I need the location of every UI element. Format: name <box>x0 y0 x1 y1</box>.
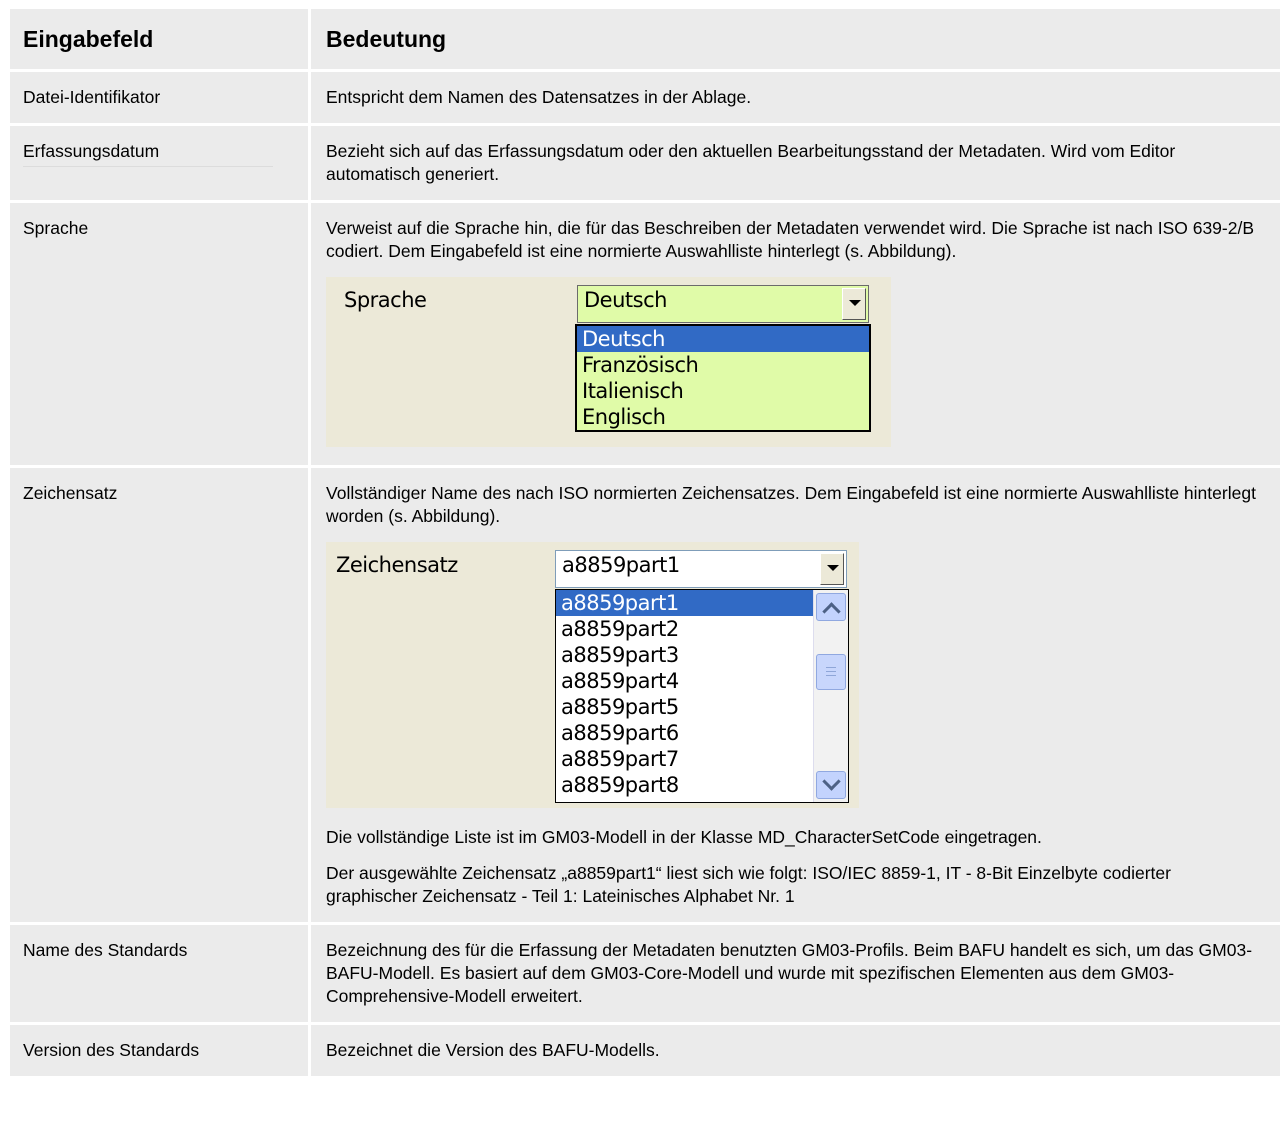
scrollbar-thumb[interactable] <box>816 654 846 690</box>
table-header: Eingabefeld Bedeutung <box>10 9 1280 72</box>
zeichensatz-selected-value: a8859part1 <box>562 553 680 577</box>
row-meaning-text: Verweist auf die Sprache hin, die für da… <box>326 218 1255 261</box>
zeichensatz-option[interactable]: a8859part8 <box>556 772 814 798</box>
row-note: Der ausgewählte Zeichensatz „a8859part1“… <box>326 863 1171 906</box>
zeichensatz-option[interactable]: a8859part1 <box>556 590 814 616</box>
row-field: Datei-Identifikator <box>10 70 311 126</box>
row-meaning: Entspricht dem Namen des Datensatzes in … <box>309 70 1280 126</box>
sprache-label: Sprache <box>344 288 427 312</box>
zeichensatz-options: a8859part1 a8859part2 a8859part3 a8859pa… <box>556 590 814 798</box>
dropdown-arrow-icon[interactable] <box>820 553 844 585</box>
sprache-screenshot: Sprache Deutsch Deutsch Französisch Ital… <box>326 277 891 447</box>
scroll-down-icon[interactable] <box>816 771 846 799</box>
row-meaning: Bezeichnung des für die Erfassung der Me… <box>309 923 1280 1025</box>
row-meaning: Bezieht sich auf das Erfassungsdatum ode… <box>309 124 1280 203</box>
row-field: Erfassungsdatum <box>10 124 311 203</box>
table-row: Erfassungsdatum Bezieht sich auf das Erf… <box>10 124 1280 203</box>
zeichensatz-option[interactable]: a8859part2 <box>556 616 814 642</box>
sprache-selected-value: Deutsch <box>584 288 667 312</box>
table-row: Zeichensatz Vollständiger Name des nach … <box>10 466 1280 925</box>
sprache-option[interactable]: Englisch <box>577 404 869 430</box>
table-row: Version des Standards Bezeichnet die Ver… <box>10 1023 1280 1079</box>
dropdown-arrow-icon[interactable] <box>842 288 866 320</box>
sprache-combobox[interactable]: Deutsch <box>577 285 869 323</box>
zeichensatz-option[interactable]: a8859part7 <box>556 746 814 772</box>
row-meaning: Vollständiger Name des nach ISO normiert… <box>309 466 1280 925</box>
zeichensatz-label: Zeichensatz <box>336 553 458 577</box>
table-row: Datei-Identifikator Entspricht dem Namen… <box>10 70 1280 126</box>
row-meaning: Verweist auf die Sprache hin, die für da… <box>309 201 1280 468</box>
fields-table: Eingabefeld Bedeutung Datei-Identifikato… <box>10 9 1280 1079</box>
row-meaning: Bezeichnet die Version des BAFU-Modells. <box>309 1023 1280 1079</box>
zeichensatz-option[interactable]: a8859part5 <box>556 694 814 720</box>
header-eingabefeld: Eingabefeld <box>10 9 311 72</box>
zeichensatz-option[interactable]: a8859part4 <box>556 668 814 694</box>
row-field: Name des Standards <box>10 923 311 1025</box>
divider <box>23 166 273 167</box>
scroll-up-icon[interactable] <box>816 593 846 621</box>
sprache-option[interactable]: Deutsch <box>577 326 869 352</box>
row-field: Sprache <box>10 201 311 468</box>
sprache-option[interactable]: Französisch <box>577 352 869 378</box>
zeichensatz-option[interactable]: a8859part6 <box>556 720 814 746</box>
table-row: Sprache Verweist auf die Sprache hin, di… <box>10 201 1280 468</box>
row-note: Die vollständige Liste ist im GM03-Model… <box>326 827 1042 847</box>
row-field: Zeichensatz <box>10 466 311 925</box>
zeichensatz-screenshot: Zeichensatz a8859part1 a8859part1 a8859p… <box>326 542 859 808</box>
header-bedeutung: Bedeutung <box>309 9 1280 72</box>
row-field-label: Erfassungsdatum <box>23 141 160 161</box>
zeichensatz-combobox[interactable]: a8859part1 <box>555 550 847 588</box>
row-meaning-text: Vollständiger Name des nach ISO normiert… <box>326 483 1256 526</box>
row-field: Version des Standards <box>10 1023 311 1079</box>
vertical-scrollbar[interactable] <box>813 590 848 802</box>
sprache-option[interactable]: Italienisch <box>577 378 869 404</box>
sprache-option-list: Deutsch Französisch Italienisch Englisch <box>575 324 871 432</box>
table-row: Name des Standards Bezeichnung des für d… <box>10 923 1280 1025</box>
zeichensatz-option-list: a8859part1 a8859part2 a8859part3 a8859pa… <box>555 589 849 803</box>
zeichensatz-option[interactable]: a8859part3 <box>556 642 814 668</box>
